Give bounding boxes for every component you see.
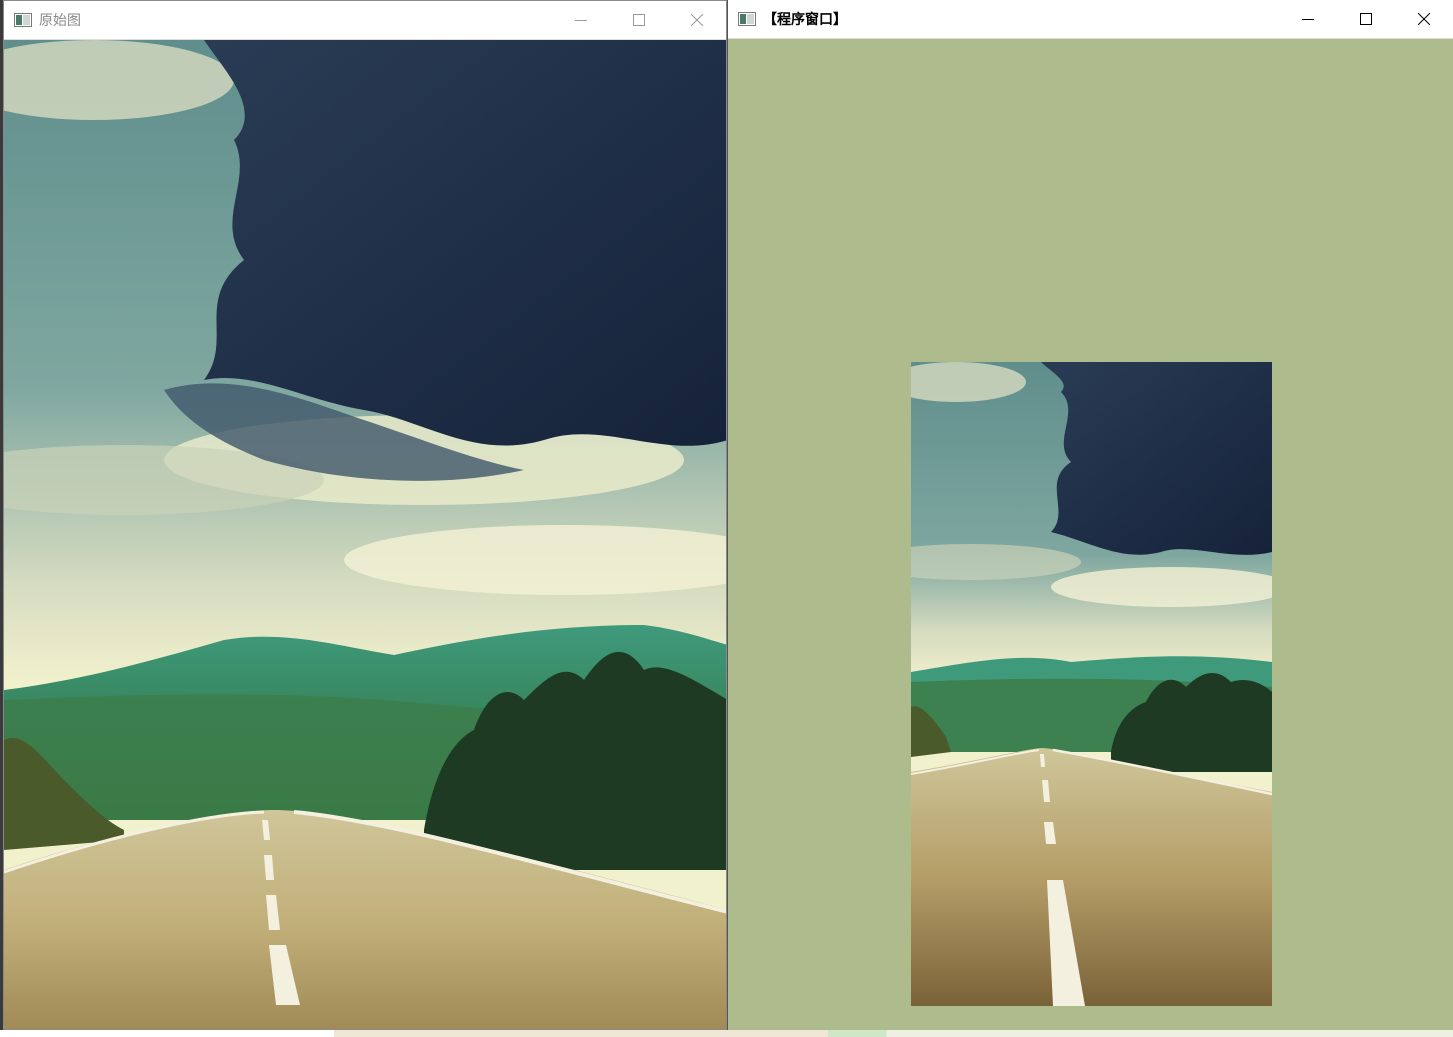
opencv-window-icon bbox=[738, 12, 756, 26]
maximize-icon bbox=[633, 14, 645, 26]
minimize-button[interactable] bbox=[1279, 0, 1337, 38]
window-client-area bbox=[728, 39, 1453, 1030]
desktop: 原始图 【程序窗口】 bbox=[0, 0, 1453, 1037]
taskbar-strip bbox=[0, 1030, 1453, 1037]
maximize-button[interactable] bbox=[610, 1, 668, 39]
minimize-icon bbox=[575, 20, 587, 21]
close-icon bbox=[1418, 13, 1430, 25]
window-controls bbox=[1279, 0, 1453, 38]
opencv-window-icon bbox=[14, 13, 32, 27]
window-title: 原始图 bbox=[39, 12, 81, 28]
program-window[interactable]: 【程序窗口】 bbox=[727, 0, 1453, 1030]
road-landscape-photo bbox=[4, 40, 726, 1029]
title-bar[interactable]: 【程序窗口】 bbox=[728, 0, 1453, 39]
window-client-area bbox=[4, 40, 726, 1029]
minimize-button[interactable] bbox=[552, 1, 610, 39]
window-controls bbox=[552, 1, 726, 39]
close-icon bbox=[691, 14, 703, 26]
close-button[interactable] bbox=[668, 1, 726, 39]
window-title: 【程序窗口】 bbox=[763, 11, 847, 27]
close-button[interactable] bbox=[1395, 0, 1453, 38]
maximize-button[interactable] bbox=[1337, 0, 1395, 38]
original-image-window[interactable]: 原始图 bbox=[3, 0, 727, 1030]
title-bar[interactable]: 原始图 bbox=[4, 1, 726, 40]
road-landscape-photo-resized bbox=[911, 362, 1272, 1006]
maximize-icon bbox=[1360, 13, 1372, 25]
minimize-icon bbox=[1302, 19, 1314, 20]
